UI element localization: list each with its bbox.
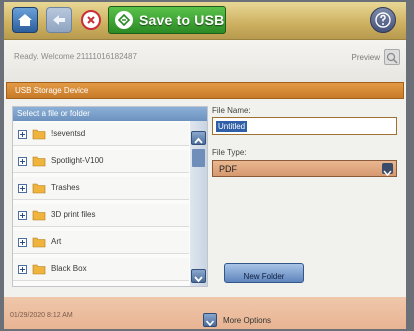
file-browser: Select a file or folder !seventsd Spotli…: [12, 106, 208, 287]
status-strip: Ready. Welcome 21111016182487 Preview: [4, 40, 406, 82]
folder-icon: [32, 183, 46, 194]
expand-icon[interactable]: [18, 211, 27, 220]
expand-icon[interactable]: [18, 157, 27, 166]
list-item-label: 3D print files: [51, 210, 96, 219]
new-folder-label: New Folder: [243, 272, 285, 281]
scrollbar[interactable]: [190, 121, 207, 286]
folder-icon: [32, 156, 46, 167]
file-name-value: Untitled: [216, 121, 248, 132]
new-folder-button[interactable]: New Folder: [224, 263, 304, 283]
storage-device-header: USB Storage Device: [6, 82, 404, 99]
expand-icon[interactable]: [18, 238, 27, 247]
folder-icon: [32, 210, 46, 221]
save-to-usb-label: Save to USB: [139, 12, 225, 28]
cancel-icon: [87, 16, 95, 24]
more-options-button[interactable]: [203, 313, 217, 327]
scroll-up-button[interactable]: [191, 131, 206, 145]
list-item[interactable]: Art: [13, 231, 189, 254]
more-options-label[interactable]: More Options: [223, 316, 271, 325]
expand-icon[interactable]: [18, 184, 27, 193]
list-item[interactable]: Black Box: [13, 258, 189, 281]
save-icon: [115, 11, 133, 29]
file-type-select[interactable]: PDF: [212, 160, 397, 177]
save-to-usb-button[interactable]: Save to USB: [108, 6, 226, 34]
list-item-label: Spotlight-V100: [51, 156, 104, 165]
list-item-label: Art: [51, 237, 62, 246]
scroll-down-button[interactable]: [191, 269, 206, 283]
cancel-button[interactable]: [81, 10, 101, 30]
help-button[interactable]: [370, 7, 396, 33]
file-type-value: PDF: [219, 164, 237, 174]
list-item[interactable]: Trashes: [13, 177, 189, 200]
chevron-up-icon: [194, 137, 203, 144]
printer-screen: Save to USB Ready. Welcome 2111101618248…: [4, 2, 406, 329]
file-browser-header-label: Select a file or folder: [17, 109, 90, 118]
storage-device-title: USB Storage Device: [15, 86, 89, 95]
folder-icon: [32, 129, 46, 140]
preview-label[interactable]: Preview: [352, 53, 380, 62]
home-icon: [18, 14, 32, 26]
file-type-label: File Type:: [212, 148, 247, 157]
preview-icon[interactable]: [384, 49, 400, 65]
back-button[interactable]: [46, 7, 72, 33]
folder-icon: [32, 237, 46, 248]
scroll-thumb[interactable]: [192, 149, 205, 167]
date-time: 01/29/2020 8:12 AM: [10, 312, 73, 319]
list-item-label: Black Box: [51, 264, 87, 273]
folder-icon: [32, 264, 46, 275]
toolbar: Save to USB: [4, 2, 406, 40]
expand-icon[interactable]: [18, 265, 27, 274]
file-name-label: File Name:: [212, 106, 251, 115]
chevron-down-icon: [194, 276, 203, 283]
expand-icon[interactable]: [18, 130, 27, 139]
dropdown-arrow-icon: [382, 163, 393, 177]
list-item[interactable]: !seventsd: [13, 123, 189, 146]
status-message: Ready. Welcome 21111016182487: [14, 52, 137, 61]
list-item-label: !seventsd: [51, 129, 86, 138]
list-item[interactable]: Spotlight-V100: [13, 150, 189, 173]
bottom-bar: 01/29/2020 8:12 AM More Options: [4, 297, 406, 329]
list-item-label: Trashes: [51, 183, 80, 192]
chevron-down-icon: [205, 320, 215, 327]
file-browser-header: Select a file or folder: [13, 107, 207, 121]
help-icon: [375, 12, 391, 28]
back-arrow-icon: [53, 15, 65, 25]
home-button[interactable]: [12, 7, 38, 33]
list-item[interactable]: 3D print files: [13, 204, 189, 227]
file-name-field[interactable]: Untitled: [212, 117, 397, 135]
